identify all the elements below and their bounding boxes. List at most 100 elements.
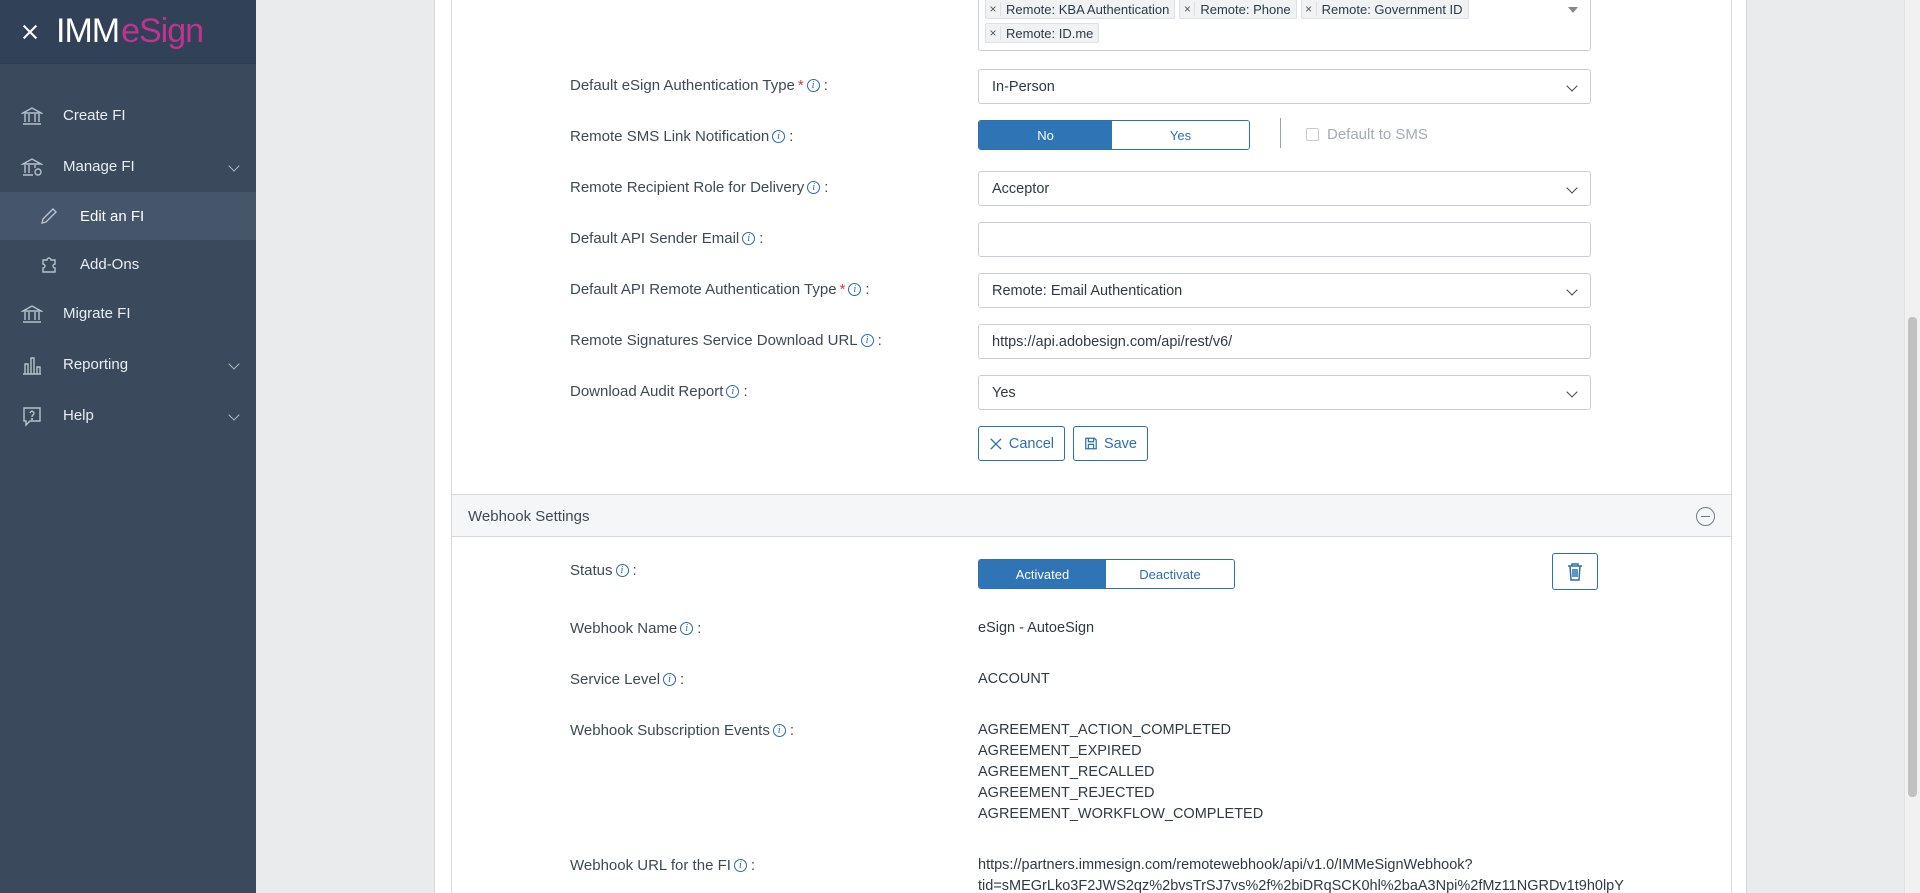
- url-line: https://partners.immesign.com/remotewebh…: [978, 857, 1473, 873]
- select-value: Remote: Email Authentication: [992, 282, 1183, 299]
- event-item: AGREEMENT_RECALLED: [978, 764, 1155, 780]
- nav-label: Manage FI: [63, 158, 135, 175]
- caret-down-icon[interactable]: [1568, 7, 1578, 13]
- recipient-select[interactable]: Acceptor: [978, 171, 1591, 206]
- label-text: Webhook Subscription Events: [570, 722, 770, 739]
- nav-migrate-fi[interactable]: Migrate FI: [0, 288, 256, 339]
- info-icon[interactable]: i: [806, 79, 820, 92]
- delete-webhook-button[interactable]: [1552, 553, 1598, 590]
- button-label: Save: [1103, 435, 1137, 452]
- info-icon[interactable]: i: [860, 334, 874, 347]
- remove-tag-icon[interactable]: ×: [1302, 2, 1317, 16]
- nav-create-fi[interactable]: Create FI: [0, 90, 256, 141]
- info-icon[interactable]: i: [615, 564, 629, 577]
- label-text: Webhook URL for the FI: [570, 857, 731, 874]
- audit-label: Download Audit Report i:: [570, 383, 748, 400]
- save-button[interactable]: Save: [1073, 426, 1148, 461]
- default-auth-select[interactable]: In-Person: [978, 69, 1591, 104]
- colon: :: [680, 671, 685, 688]
- puzzle-icon: [38, 253, 60, 275]
- nav-label: Reporting: [63, 356, 129, 373]
- event-item: AGREEMENT_REJECTED: [978, 785, 1155, 801]
- audit-select[interactable]: Yes: [978, 375, 1591, 410]
- floppy-disk-icon: [1085, 437, 1097, 450]
- vertical-scrollbar[interactable]: [1904, 0, 1920, 893]
- chevron-down-icon: [1566, 386, 1578, 398]
- button-label: Cancel: [1008, 435, 1054, 452]
- sidebar: IMM eSign Create FI Manage FI Edit an FI …: [0, 0, 256, 893]
- colon: :: [789, 128, 794, 145]
- colon: :: [877, 332, 882, 349]
- info-icon[interactable]: i: [663, 673, 677, 686]
- events-label: Webhook Subscription Events i:: [570, 722, 794, 739]
- info-icon[interactable]: i: [848, 283, 862, 296]
- sms-toggle: No Yes: [978, 120, 1250, 150]
- info-icon[interactable]: i: [742, 232, 756, 245]
- webhook-section-header: Webhook Settings: [452, 494, 1731, 537]
- content-card: × Remote: KBA Authentication × Remote: Phon…: [434, 0, 1747, 893]
- settings-panel: × Remote: KBA Authentication × Remote: Phon…: [451, 0, 1732, 893]
- remove-tag-icon[interactable]: ×: [986, 2, 1001, 16]
- main-area: × Remote: KBA Authentication × Remote: Phon…: [256, 0, 1920, 893]
- chevron-down-icon: [1566, 80, 1578, 92]
- close-icon: [990, 437, 1002, 450]
- nav-add-ons[interactable]: Add-Ons: [0, 240, 256, 288]
- colon: :: [697, 620, 702, 637]
- info-icon[interactable]: i: [680, 622, 694, 635]
- nav-label: Migrate FI: [63, 305, 131, 322]
- chevron-down-icon: [1566, 182, 1578, 194]
- webhook-url-value: https://partners.immesign.com/remotewebh…: [978, 855, 1624, 893]
- nav-help[interactable]: Help: [0, 390, 256, 441]
- checkbox-label: Default to SMS: [1327, 126, 1428, 143]
- required-marker: *: [797, 77, 804, 94]
- remove-tag-icon[interactable]: ×: [1180, 2, 1196, 16]
- nav-label: Help: [63, 407, 94, 424]
- nav-reporting[interactable]: Reporting: [0, 339, 256, 390]
- nav-manage-fi[interactable]: Manage FI: [0, 141, 256, 192]
- api-sender-input[interactable]: [978, 222, 1591, 257]
- checkbox-box[interactable]: [1306, 128, 1319, 141]
- default-auth-label: Default eSign Authentication Type * i:: [570, 77, 828, 94]
- info-icon[interactable]: i: [733, 859, 747, 872]
- nav-label: Edit an FI: [80, 207, 145, 225]
- tag-label: Remote: ID.me: [1006, 25, 1094, 41]
- info-icon[interactable]: i: [772, 130, 786, 143]
- auth-tag: × Remote: Government ID: [1300, 0, 1469, 19]
- info-icon[interactable]: i: [807, 181, 821, 194]
- sms-no-option[interactable]: No: [979, 121, 1112, 149]
- info-icon[interactable]: i: [726, 385, 740, 398]
- auth-tag: × Remote: Phone: [1179, 0, 1297, 19]
- collapse-icon[interactable]: [1696, 507, 1715, 526]
- cancel-button[interactable]: Cancel: [978, 426, 1065, 461]
- pencil-icon: [38, 205, 60, 227]
- api-auth-select[interactable]: Remote: Email Authentication: [978, 273, 1591, 308]
- label-text: Remote SMS Link Notification: [570, 128, 770, 145]
- sms-label: Remote SMS Link Notification i:: [570, 128, 793, 145]
- webhook-name-value: eSign - AutoeSign: [978, 620, 1095, 636]
- label-text: Service Level: [570, 671, 661, 688]
- nav-edit-fi[interactable]: Edit an FI: [0, 192, 256, 240]
- default-sms-checkbox[interactable]: Default to SMS: [1306, 126, 1428, 143]
- auth-tag: × Remote: ID.me: [985, 23, 1100, 43]
- remove-tag-icon[interactable]: ×: [986, 26, 1001, 40]
- event-item: AGREEMENT_WORKFLOW_COMPLETED: [978, 806, 1264, 822]
- download-url-input[interactable]: https://api.adobesign.com/api/rest/v6/: [978, 324, 1591, 359]
- scrollbar-thumb[interactable]: [1908, 317, 1917, 797]
- chevron-down-icon: [228, 160, 240, 172]
- brand-bar: IMM eSign: [0, 0, 256, 64]
- colon: :: [824, 179, 829, 196]
- deactivate-option[interactable]: Deactivate: [1106, 560, 1234, 588]
- sms-yes-option[interactable]: Yes: [1112, 121, 1249, 149]
- close-icon[interactable]: [20, 22, 40, 42]
- url-line: tid=sMEGrLko3F2JWS2qz%2bvsTrSJ7vs%2f%2bi…: [978, 878, 1624, 893]
- activated-option[interactable]: Activated: [979, 560, 1106, 588]
- auth-tag: × Remote: KBA Authentication: [985, 0, 1176, 19]
- colon: :: [750, 857, 756, 874]
- auth-types-multiselect[interactable]: × Remote: KBA Authentication × Remote: Phon…: [978, 0, 1591, 51]
- divider: [1280, 118, 1281, 148]
- input-value: https://api.adobesign.com/api/rest/v6/: [992, 333, 1233, 350]
- nav-label: Create FI: [63, 107, 126, 124]
- trash-icon: [1568, 563, 1582, 581]
- info-icon[interactable]: i: [772, 724, 786, 737]
- select-value: Yes: [992, 384, 1016, 401]
